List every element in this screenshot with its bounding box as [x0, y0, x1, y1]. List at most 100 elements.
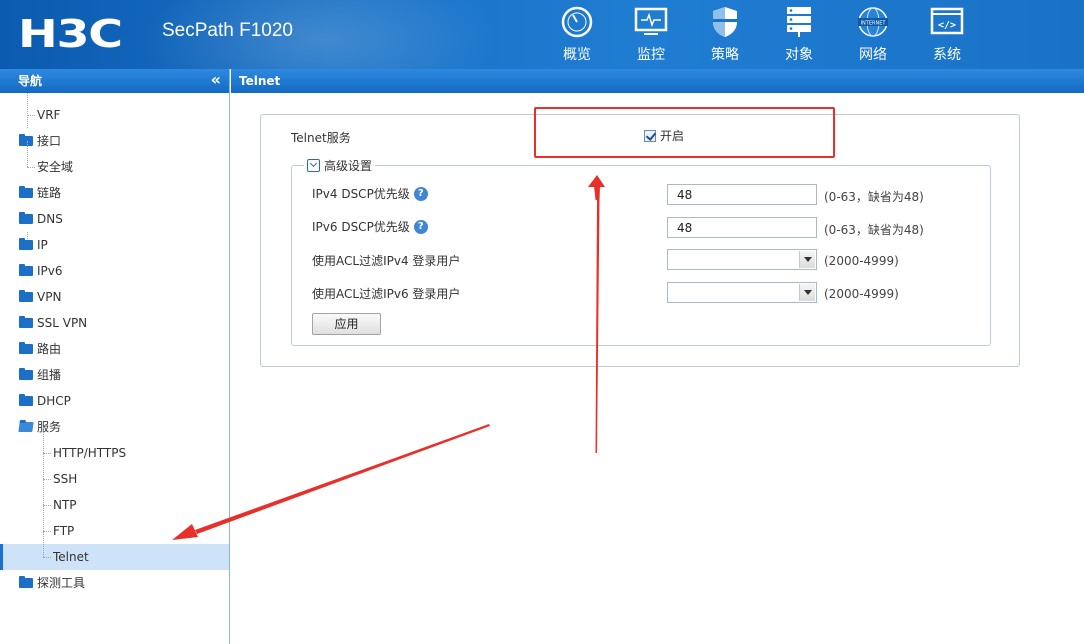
top-header: H3C SecPath F1020 概览 监控 策略 对象 INTERNET 网… — [0, 0, 1084, 69]
sidebar-item-label: 探测工具 — [37, 576, 86, 590]
chevron-down-icon — [307, 159, 320, 172]
sidebar-item-multicast[interactable]: 组播 — [0, 362, 229, 388]
dropdown-arrow-icon[interactable] — [799, 284, 815, 301]
code-window-icon: </> — [929, 4, 965, 40]
ipv6-dscp-label-row: IPv6 DSCP优先级 ? — [312, 218, 428, 235]
telnet-service-label: Telnet服务 — [291, 131, 351, 145]
sidebar-item-label: HTTP/HTTPS — [53, 446, 127, 460]
acl-ipv4-hint: (2000-4999) — [824, 254, 899, 268]
page-title: Telnet — [231, 69, 1084, 93]
advanced-settings-legend: 高级设置 — [324, 159, 373, 173]
product-name: SecPath F1020 — [162, 20, 293, 41]
tree-line — [43, 453, 44, 479]
ipv6-dscp-input[interactable] — [667, 217, 817, 238]
shield-icon — [707, 4, 743, 40]
gauge-icon — [559, 4, 595, 40]
acl-ipv4-select[interactable] — [667, 249, 817, 270]
server-icon — [781, 4, 817, 40]
sidebar-item-label: 链路 — [37, 186, 62, 200]
annotation-highlight-box — [534, 107, 835, 158]
sidebar-header: 导航 « — [0, 69, 229, 93]
nav-object-label: 对象 — [785, 47, 813, 63]
sidebar-item-link[interactable]: 链路 — [0, 180, 229, 206]
nav-system[interactable]: </> 系统 — [910, 4, 984, 66]
sidebar-item-vpn[interactable]: VPN — [0, 284, 229, 310]
help-icon[interactable]: ? — [413, 186, 428, 201]
advanced-settings-toggle[interactable]: 高级设置 — [304, 157, 376, 174]
collapse-icon[interactable]: « — [211, 69, 221, 91]
folder-icon — [19, 394, 33, 406]
svg-text:INTERNET: INTERNET — [861, 21, 887, 27]
sidebar-item-ssl-vpn[interactable]: SSL VPN — [0, 310, 229, 336]
sidebar-item-probe-tools[interactable]: 探测工具 — [0, 570, 229, 596]
folder-icon — [19, 290, 33, 302]
sidebar-item-ip[interactable]: IP — [0, 232, 229, 258]
sidebar-item-label: FTP — [53, 524, 75, 538]
apply-button[interactable]: 应用 — [312, 313, 381, 335]
nav-object[interactable]: 对象 — [762, 4, 836, 66]
sidebar-item-dns[interactable]: DNS — [0, 206, 229, 232]
sidebar-item-dhcp[interactable]: DHCP — [0, 388, 229, 414]
nav-overview[interactable]: 概览 — [540, 4, 614, 66]
tree-branch — [43, 557, 51, 558]
nav-overview-label: 概览 — [563, 47, 591, 63]
acl-ipv6-label-row: 使用ACL过滤IPv6 登录用户 — [312, 285, 460, 302]
tree-line — [43, 505, 44, 531]
sidebar-item-label: 安全域 — [37, 160, 74, 174]
sidebar-item-label: SSH — [53, 472, 78, 486]
folder-icon — [19, 576, 33, 588]
sidebar-item-label: SSL VPN — [37, 316, 88, 330]
sidebar-item-label: VRF — [37, 108, 61, 122]
sidebar-title: 导航 — [18, 74, 43, 88]
sidebar-item-label: 接口 — [37, 134, 62, 148]
folder-icon — [19, 186, 33, 198]
ipv4-dscp-input[interactable] — [667, 184, 817, 205]
folder-icon — [19, 316, 33, 328]
dropdown-arrow-icon[interactable] — [799, 251, 815, 268]
sidebar-item-ipv6[interactable]: IPv6 — [0, 258, 229, 284]
tree-branch — [43, 453, 51, 454]
svg-text:</>: </> — [938, 20, 956, 31]
tree-branch — [43, 479, 51, 480]
sidebar-item-security-zone[interactable]: 安全域 — [0, 141, 229, 180]
sidebar-item-services[interactable]: 服务 — [0, 414, 229, 440]
sidebar-item-interface[interactable]: 接口 — [0, 128, 229, 154]
h3c-logo: H3C — [18, 12, 123, 56]
sidebar-item-label: Telnet — [53, 550, 89, 564]
acl-ipv6-label: 使用ACL过滤IPv6 登录用户 — [312, 287, 461, 301]
nav-policy-label: 策略 — [711, 47, 739, 63]
ipv4-dscp-label: IPv4 DSCP优先级 — [312, 187, 410, 201]
nav-network[interactable]: INTERNET 网络 — [836, 4, 910, 66]
monitor-icon — [633, 4, 669, 40]
nav-policy[interactable]: 策略 — [688, 4, 762, 66]
ipv6-dscp-label: IPv6 DSCP优先级 — [312, 220, 410, 234]
sidebar-item-label: DHCP — [37, 394, 71, 408]
nav-monitor[interactable]: 监控 — [614, 4, 688, 66]
ipv4-dscp-label-row: IPv4 DSCP优先级 ? — [312, 185, 428, 202]
sidebar-item-vrf[interactable]: VRF — [0, 102, 229, 128]
sidebar-item-ssh[interactable]: SSH — [0, 453, 229, 492]
sidebar-item-ntp[interactable]: NTP — [0, 479, 229, 518]
folder-icon — [19, 134, 33, 146]
sidebar-item-telnet[interactable]: Telnet — [0, 531, 229, 570]
folder-icon — [19, 264, 33, 276]
acl-ipv6-select[interactable] — [667, 282, 817, 303]
sidebar-item-label: VPN — [37, 290, 62, 304]
tree-branch — [43, 531, 51, 532]
folder-icon — [19, 212, 33, 224]
sidebar: 导航 « VRF 接口 安全域 链路 DNS IP IPv6 VPN SSL V… — [0, 69, 230, 644]
folder-icon — [19, 368, 33, 380]
acl-ipv4-label: 使用ACL过滤IPv4 登录用户 — [312, 254, 461, 268]
tree-branch — [43, 505, 51, 506]
tree-branch — [27, 115, 35, 116]
sidebar-item-label: IPv6 — [37, 264, 63, 278]
sidebar-item-ftp[interactable]: FTP — [0, 505, 229, 544]
sidebar-item-http-https[interactable]: HTTP/HTTPS — [0, 427, 229, 466]
ipv4-dscp-hint: (0-63，缺省为48) — [824, 190, 924, 204]
folder-open-icon — [18, 422, 34, 432]
tree-line — [27, 141, 28, 167]
help-icon[interactable]: ? — [413, 219, 428, 234]
nav-network-label: 网络 — [859, 47, 887, 63]
nav-system-label: 系统 — [933, 47, 961, 63]
sidebar-item-routing[interactable]: 路由 — [0, 336, 229, 362]
